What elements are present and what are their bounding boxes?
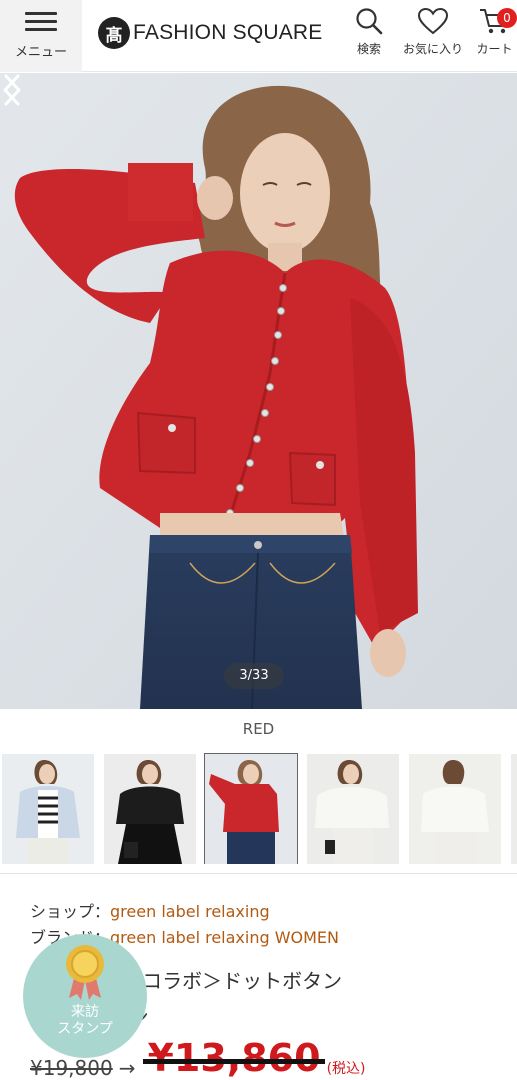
cart-label: カート [476, 42, 513, 56]
cart-button[interactable]: 0 カート [472, 6, 517, 57]
shop-row: ショップ：green label relaxing [30, 898, 270, 922]
shop-link[interactable]: green label relaxing [110, 902, 270, 921]
shop-label: ショップ： [30, 902, 111, 921]
thumbnail-white-back[interactable] [409, 754, 501, 864]
thumbnail-white[interactable] [307, 754, 399, 864]
menu-label: メニュー [14, 45, 67, 60]
logo-text: FASHION SQUARE [133, 21, 323, 44]
selected-color-name: RED [242, 720, 275, 738]
stamp-label: 来訪 スタンプ [23, 1004, 147, 1038]
favorites-button[interactable]: お気に入り [400, 6, 466, 57]
stamp-label-line1: 来訪 [71, 1004, 99, 1020]
visit-stamp-badge[interactable]: 来訪 スタンプ [23, 934, 147, 1058]
hamburger-icon [25, 12, 57, 32]
divider [0, 873, 517, 874]
search-icon [356, 8, 383, 35]
search-label: 検索 [356, 42, 381, 56]
cart-count-badge: 0 [497, 8, 517, 28]
sale-price: ¥13,860 [143, 1036, 325, 1080]
chevron-right-icon[interactable] [0, 73, 24, 107]
favorites-label: お気に入り [402, 42, 463, 56]
thumbnail-black[interactable] [104, 754, 196, 864]
thumbnail-red[interactable] [204, 753, 298, 864]
thumbnail-strip [0, 752, 517, 864]
thumbnail-light-blue[interactable] [2, 754, 94, 864]
logo-mark-icon: 髙 [98, 17, 130, 49]
thumbnail-more[interactable] [511, 754, 517, 864]
app-header: メニュー 髙 FASHION SQUARE 検索 お気に入り 0 カート [0, 0, 517, 72]
stamp-label-line2: スタンプ [57, 1021, 113, 1037]
site-logo[interactable]: 髙 FASHION SQUARE [98, 16, 323, 50]
price-arrow: → [118, 1056, 136, 1080]
product-main-image[interactable]: 3/33 [0, 73, 517, 709]
image-counter: 3/33 [224, 663, 284, 689]
search-button[interactable]: 検索 [352, 6, 386, 57]
menu-button[interactable]: メニュー [0, 0, 82, 72]
tax-note: (税込) [326, 1061, 366, 1077]
brand-link[interactable]: green label relaxing WOMEN [110, 928, 339, 947]
model-photo [0, 73, 517, 709]
heart-icon [417, 7, 449, 35]
original-price: ¥19,800 [30, 1056, 113, 1080]
medal-icon [66, 945, 104, 1000]
